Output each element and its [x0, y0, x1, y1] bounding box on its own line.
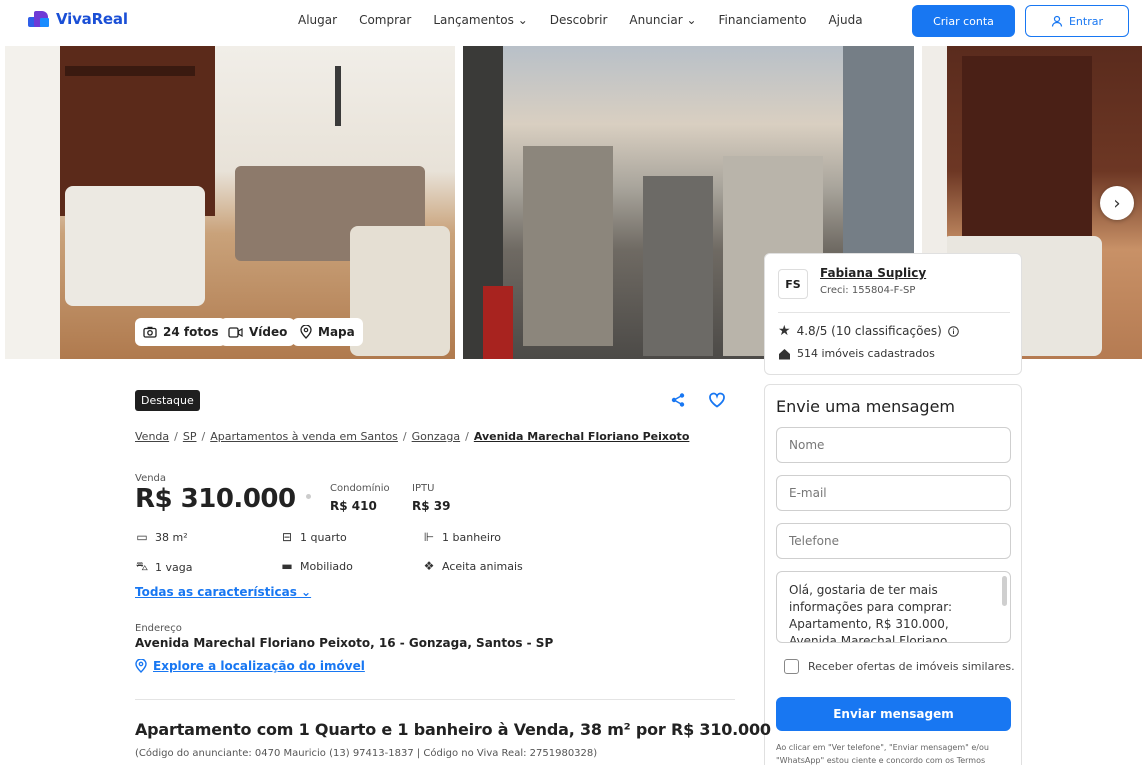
feature-parking-text: 1 vaga — [155, 560, 193, 574]
separator-dot — [306, 494, 311, 499]
listing-title: Apartamento com 1 Quarto e 1 banheiro à … — [135, 720, 771, 739]
email-field[interactable]: E-mail — [776, 475, 1011, 511]
shower-icon: ⊩ — [423, 530, 435, 544]
message-textarea[interactable]: Olá, gostaria de ter mais informações pa… — [776, 571, 1011, 643]
login-label: Entrar — [1068, 14, 1104, 28]
user-icon — [1051, 15, 1063, 27]
video-icon — [228, 326, 243, 338]
gallery-next-button[interactable]: › — [1100, 186, 1134, 220]
breadcrumb-apartamentos-santos[interactable]: Apartamentos à venda em Santos — [210, 430, 398, 443]
agent-creci: Creci: 155804-F-SP — [820, 285, 916, 296]
similar-offers-checkbox[interactable] — [784, 659, 799, 674]
feature-bedrooms: ⊟ 1 quarto — [280, 530, 347, 544]
login-button[interactable]: Entrar — [1025, 5, 1129, 37]
agent-rating-text: 4.8/5 (10 classificações) — [796, 324, 942, 338]
star-icon: ★ — [778, 323, 791, 339]
listing-codes: (Código do anunciante: 0470 Mauricio (13… — [135, 748, 598, 759]
agent-listings-text: 514 imóveis cadastrados — [797, 347, 935, 360]
feature-bathrooms-text: 1 banheiro — [442, 530, 501, 544]
contact-form: Envie uma mensagem Nome E-mail Telefone … — [764, 384, 1022, 765]
nav-item-descobrir[interactable]: Descobrir — [550, 13, 608, 27]
section-divider — [135, 699, 735, 700]
price-value: R$ 310.000 — [135, 484, 296, 514]
legal-notice: Ao clicar em "Ver telefone", "Enviar men… — [776, 743, 989, 765]
main-nav: Alugar Comprar Lançamentos ⌄ Descobrir A… — [298, 13, 885, 27]
name-field[interactable]: Nome — [776, 427, 1011, 463]
all-features-link[interactable]: Todas as características ⌄ — [135, 585, 311, 599]
condo-label: Condomínio — [330, 483, 390, 494]
map-button[interactable]: Mapa — [292, 318, 363, 346]
video-label: Vídeo — [249, 325, 288, 339]
send-message-button[interactable]: Enviar mensagem — [776, 697, 1011, 731]
condo-value: R$ 410 — [330, 499, 377, 513]
gallery-photo-living-room[interactable] — [5, 46, 455, 359]
breadcrumb-venda[interactable]: Venda — [135, 430, 169, 443]
phone-field[interactable]: Telefone — [776, 523, 1011, 559]
chevron-right-icon: › — [1113, 192, 1121, 214]
nav-item-anunciar[interactable]: Anunciar ⌄ — [629, 13, 696, 27]
feature-bathrooms: ⊩ 1 banheiro — [422, 530, 501, 544]
contact-form-title: Envie uma mensagem — [776, 397, 956, 416]
similar-offers-option[interactable]: Receber ofertas de imóveis similares. — [784, 659, 1015, 674]
vivareal-logo[interactable]: VivaReal — [28, 10, 128, 28]
feature-area: ▭ 38 m² — [135, 530, 188, 544]
nav-item-financiamento[interactable]: Financiamento — [719, 13, 807, 27]
iptu-value: R$ 39 — [412, 499, 451, 513]
divider — [778, 312, 1010, 313]
agent-rating: ★ 4.8/5 (10 classificações) — [778, 323, 959, 339]
info-icon[interactable] — [947, 325, 959, 337]
nav-item-ajuda[interactable]: Ajuda — [828, 13, 862, 27]
agent-card: FS Fabiana Suplicy Creci: 155804-F-SP ★ … — [764, 253, 1022, 375]
nav-item-alugar[interactable]: Alugar — [298, 13, 337, 27]
ruler-icon: ▭ — [136, 530, 148, 544]
map-label: Mapa — [318, 325, 355, 339]
price-type-label: Venda — [135, 473, 167, 484]
explore-location-label: Explore a localização do imóvel — [153, 659, 365, 673]
nav-item-comprar[interactable]: Comprar — [359, 13, 411, 27]
agent-name-link[interactable]: Fabiana Suplicy — [820, 266, 926, 280]
feature-pets-text: Aceita animais — [442, 559, 523, 573]
favorite-heart-icon[interactable] — [708, 392, 726, 412]
share-icon[interactable] — [670, 392, 686, 412]
breadcrumb-sp[interactable]: SP — [183, 430, 197, 443]
house-icon — [779, 348, 790, 359]
car-icon: ⛍ — [135, 559, 149, 573]
feature-area-text: 38 m² — [155, 530, 188, 544]
similar-offers-label: Receber ofertas de imóveis similares. — [808, 660, 1015, 673]
top-header: VivaReal Alugar Comprar Lançamentos ⌄ De… — [0, 0, 1142, 44]
breadcrumb-current[interactable]: Avenida Marechal Floriano Peixoto — [474, 430, 690, 443]
photos-label: 24 fotos — [163, 325, 219, 339]
breadcrumb-gonzaga[interactable]: Gonzaga — [412, 430, 460, 443]
feature-parking: ⛍ 1 vaga — [135, 559, 193, 575]
logo-text: VivaReal — [56, 10, 128, 28]
video-button[interactable]: Vídeo — [220, 318, 296, 346]
location-pin-icon — [300, 325, 312, 339]
sofa-icon: ▬ — [281, 559, 293, 573]
nav-item-lancamentos[interactable]: Lançamentos ⌄ — [433, 13, 527, 27]
agent-listings: 514 imóveis cadastrados — [778, 347, 935, 360]
iptu-label: IPTU — [412, 483, 435, 494]
signup-button[interactable]: Criar conta — [912, 5, 1015, 37]
paw-icon: ❖ — [423, 559, 435, 573]
feature-bedrooms-text: 1 quarto — [300, 530, 347, 544]
agent-avatar: FS — [778, 269, 808, 299]
address-label: Endereço — [135, 623, 182, 634]
photos-button[interactable]: 24 fotos — [135, 318, 227, 346]
bed-icon: ⊟ — [281, 530, 293, 544]
featured-badge: Destaque — [135, 390, 200, 411]
explore-location-link[interactable]: Explore a localização do imóvel — [135, 659, 365, 673]
feature-furnished-text: Mobiliado — [300, 559, 353, 573]
logo-icon — [28, 11, 50, 27]
camera-icon — [143, 326, 157, 338]
breadcrumb: Venda / SP / Apartamentos à venda em Santos /… — [135, 430, 690, 443]
textarea-scrollbar[interactable] — [1002, 576, 1007, 606]
message-text: Olá, gostaria de ter mais informações pa… — [789, 583, 953, 643]
feature-furnished: ▬ Mobiliado — [280, 559, 353, 573]
location-pin-icon — [135, 659, 147, 673]
feature-pets: ❖ Aceita animais — [422, 559, 523, 573]
address-text: Avenida Marechal Floriano Peixoto, 16 - … — [135, 636, 554, 650]
